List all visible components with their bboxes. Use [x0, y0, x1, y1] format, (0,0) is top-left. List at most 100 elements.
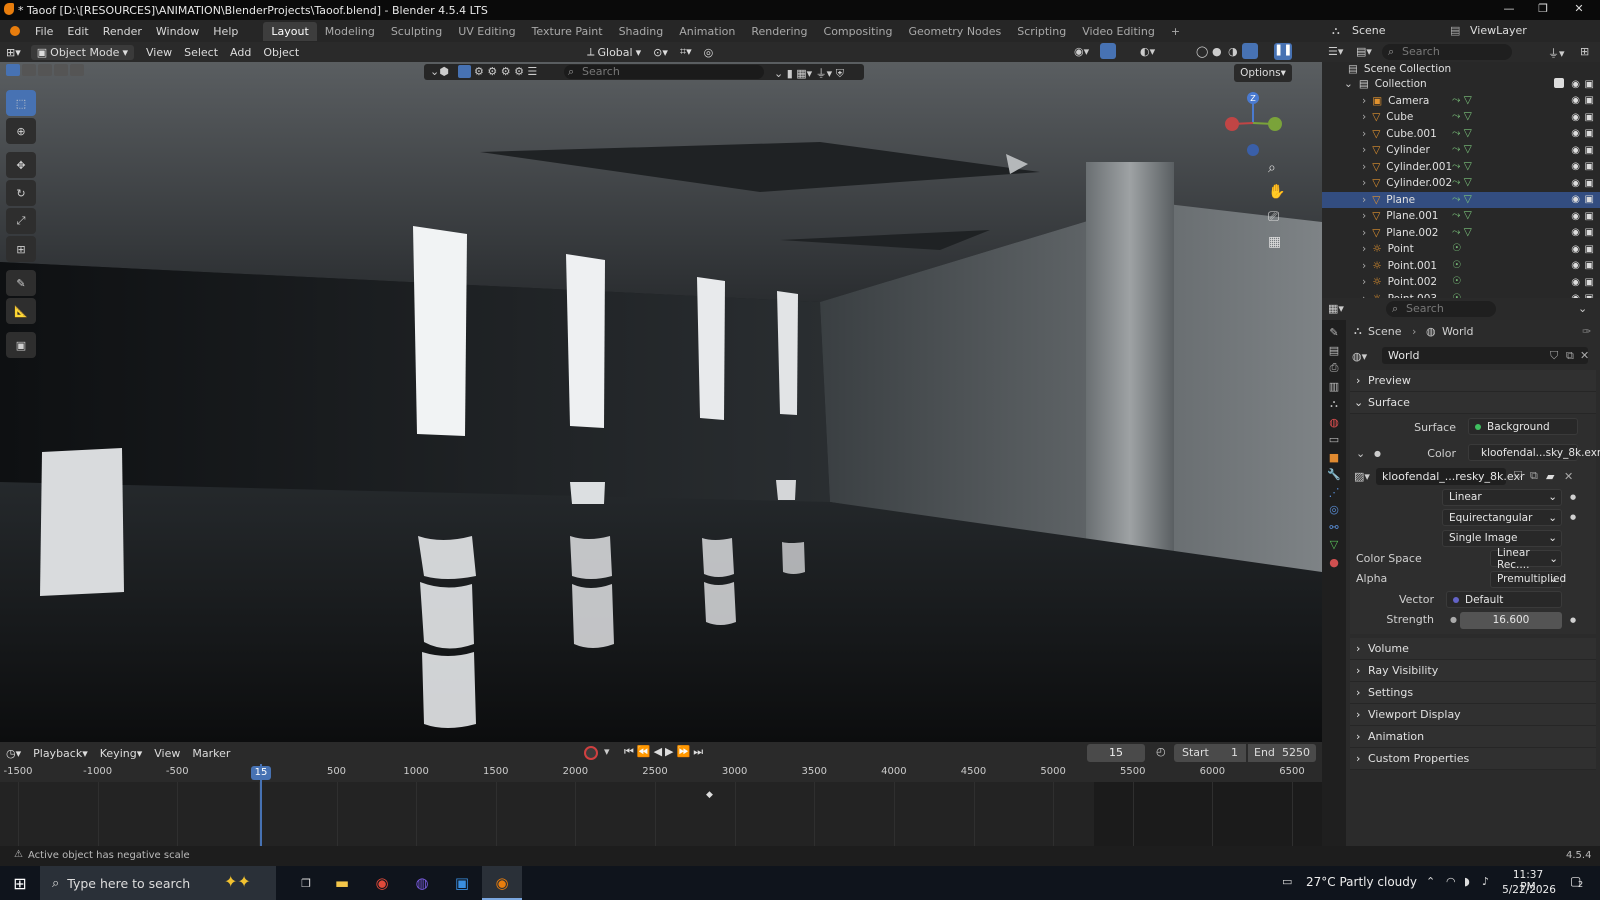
select-invert-icon[interactable] — [54, 64, 68, 76]
filter-toggle-icon[interactable]: ⌄⬢ — [430, 65, 449, 78]
annotate-tool-icon[interactable]: ✎ — [6, 270, 36, 296]
keyframe-diamond-icon[interactable]: ◆ — [706, 790, 713, 800]
menu-window[interactable]: Window — [149, 25, 206, 38]
eye-icon[interactable]: ◉ — [1571, 112, 1580, 123]
mesh-data-icon[interactable]: ⤳ ▽ — [1452, 226, 1472, 239]
eye-icon[interactable]: ◉ — [1571, 244, 1580, 255]
render-tab-icon[interactable]: ▤ — [1329, 344, 1339, 357]
snap-icon[interactable]: ⌗▾ — [674, 44, 698, 60]
fake-user-icon[interactable]: ⛉ — [1514, 469, 1522, 483]
data-tab-icon[interactable]: ▽ — [1330, 538, 1338, 551]
image-browse-icon[interactable]: ▨▾ — [1354, 470, 1370, 483]
menu-playback[interactable]: Playback▾ — [27, 746, 94, 761]
modifier-tab-icon[interactable]: 🔧 — [1327, 468, 1341, 481]
constraints-tab-icon[interactable]: ⚯ — [1329, 521, 1338, 534]
tab-uv-editing[interactable]: UV Editing — [450, 22, 523, 41]
chevron-right-icon[interactable]: › — [1362, 210, 1366, 222]
view-layer-name[interactable]: ViewLayer — [1470, 24, 1527, 37]
mesh-data-icon[interactable]: ⤳ ▽ — [1452, 209, 1472, 222]
taskbar-search-input[interactable]: ⌕ Type here to search ✦✦ — [40, 866, 276, 900]
rendered-shading-icon[interactable] — [1242, 43, 1258, 59]
select-extend-icon[interactable] — [22, 64, 36, 76]
light-data-icon[interactable]: ☉ — [1452, 275, 1461, 287]
projection-dropdown[interactable]: Equirectangular ⌄ — [1442, 509, 1562, 526]
panel-custom-properties[interactable]: › Custom Properties — [1350, 748, 1596, 770]
proportional-edit-icon[interactable]: ◎ — [698, 45, 720, 60]
object-tab-icon[interactable]: ■ — [1329, 451, 1339, 464]
tab-modeling[interactable]: Modeling — [317, 22, 383, 41]
render-camera-icon[interactable]: ▣ — [1585, 260, 1594, 271]
cursor-tool-icon[interactable]: ⊕ — [6, 118, 36, 144]
world-name-field[interactable]: World ⛉ ⧉ ✕ — [1382, 347, 1589, 364]
mesh-data-icon[interactable]: ⤳ ▽ — [1452, 143, 1472, 156]
tab-geometry-nodes[interactable]: Geometry Nodes — [900, 22, 1009, 41]
render-camera-icon[interactable]: ▣ — [1585, 79, 1594, 90]
render-camera-icon[interactable]: ▣ — [1585, 227, 1594, 238]
panel-preview[interactable]: › Preview — [1350, 370, 1596, 392]
scene-tab-icon[interactable]: ⛬ — [1330, 397, 1338, 411]
render-camera-icon[interactable]: ▣ — [1585, 211, 1594, 222]
minimize-button[interactable]: — — [1492, 0, 1526, 20]
volume-icon[interactable]: ♪ — [1482, 875, 1489, 888]
chevron-right-icon[interactable]: › — [1362, 243, 1366, 255]
collection-checkbox[interactable] — [1554, 78, 1564, 88]
light-data-icon[interactable]: ☉ — [1452, 242, 1461, 254]
world-tab-icon[interactable]: ◍ — [1329, 416, 1339, 429]
chevron-right-icon[interactable]: › — [1362, 144, 1366, 156]
mesh-data-icon[interactable]: ⤳ ▽ — [1452, 94, 1472, 107]
menu-object[interactable]: Object — [257, 45, 305, 60]
scene-name[interactable]: Scene — [1352, 24, 1386, 37]
clock-date[interactable]: 5/22/2026 — [1502, 884, 1556, 896]
strength-field[interactable]: 16.600 — [1460, 611, 1562, 629]
tab-layout[interactable]: Layout — [263, 21, 317, 41]
eye-icon[interactable]: ◉ — [1571, 277, 1580, 288]
outliner-row-cube[interactable]: › ▽ Cube ⤳ ▽ ◉ ▣ — [1322, 109, 1600, 126]
surface-shader-field[interactable]: Background — [1468, 418, 1578, 435]
playhead-frame-label[interactable]: 15 — [251, 766, 271, 780]
material-shading-icon[interactable]: ◑ — [1228, 45, 1238, 58]
outliner-row-camera[interactable]: › ▣ Camera ⤳ ▽ ◉ ▣ — [1322, 93, 1600, 110]
outliner-search-input[interactable]: ⌕ Search — [1382, 44, 1512, 60]
select-mode-icons[interactable] — [6, 64, 84, 76]
file-explorer-icon[interactable]: ▬ — [322, 874, 362, 892]
filter-icon[interactable]: ⏚▾ — [1548, 45, 1565, 61]
eye-icon[interactable]: ◉ — [1571, 79, 1580, 90]
select-new-icon[interactable] — [6, 64, 20, 76]
blender-menu-icon[interactable] — [10, 26, 20, 36]
measure-tool-icon[interactable]: 📐 — [6, 298, 36, 324]
render-camera-icon[interactable]: ▣ — [1585, 95, 1594, 106]
overlay-icon[interactable]: ◐▾ — [1140, 45, 1155, 58]
mesh-data-icon[interactable]: ⤳ ▽ — [1452, 160, 1472, 173]
discord-icon[interactable]: ◍ — [402, 874, 442, 892]
view-layer-tab-icon[interactable]: ▥ — [1329, 380, 1339, 393]
menu-file[interactable]: File — [28, 25, 60, 38]
render-camera-icon[interactable]: ▣ — [1585, 112, 1594, 123]
task-view-icon[interactable]: ❐ — [290, 877, 322, 890]
camera-view-icon[interactable]: ⎚ — [1268, 209, 1279, 225]
weather-text[interactable]: 27°C Partly cloudy — [1306, 875, 1417, 889]
mesh-data-icon[interactable]: ⤳ ▽ — [1452, 176, 1472, 189]
navigation-gizmo[interactable]: Z — [1220, 90, 1290, 160]
eye-icon[interactable]: ◉ — [1571, 211, 1580, 222]
windows-start-icon[interactable]: ⊞ — [0, 874, 40, 893]
particles-tab-icon[interactable]: ⋰ — [1329, 486, 1340, 499]
unlink-icon[interactable]: ✕ — [1564, 470, 1573, 483]
chevron-right-icon[interactable]: › — [1362, 194, 1366, 206]
material-tab-icon[interactable]: ● — [1329, 556, 1339, 569]
alpha-dropdown[interactable]: Premultiplied ⌄ — [1490, 570, 1566, 588]
stopwatch-icon[interactable]: ◴ — [1156, 745, 1166, 758]
pivot-icon[interactable]: ⊙▾ — [647, 45, 674, 60]
scale-tool-icon[interactable]: ⤢ — [6, 208, 36, 234]
chevron-down-icon[interactable]: ⌄ — [1344, 78, 1353, 90]
eye-icon[interactable]: ◉ — [1571, 178, 1580, 189]
eye-icon[interactable]: ◉ — [1571, 194, 1580, 205]
outliner-row-point[interactable]: › ☼ Point ☉ ◉ ▣ — [1322, 241, 1600, 258]
menu-select[interactable]: Select — [178, 45, 224, 60]
render-camera-icon[interactable]: ▣ — [1585, 128, 1594, 139]
menu-edit[interactable]: Edit — [60, 25, 95, 38]
tab-rendering[interactable]: Rendering — [743, 22, 815, 41]
outliner-row-point-001[interactable]: › ☼ Point.001 ☉ ◉ ▣ — [1322, 258, 1600, 275]
speaker-icon[interactable]: ◗ — [1464, 875, 1470, 888]
gizmo-toggle-icon[interactable] — [1100, 43, 1116, 59]
render-camera-icon[interactable]: ▣ — [1585, 244, 1594, 255]
